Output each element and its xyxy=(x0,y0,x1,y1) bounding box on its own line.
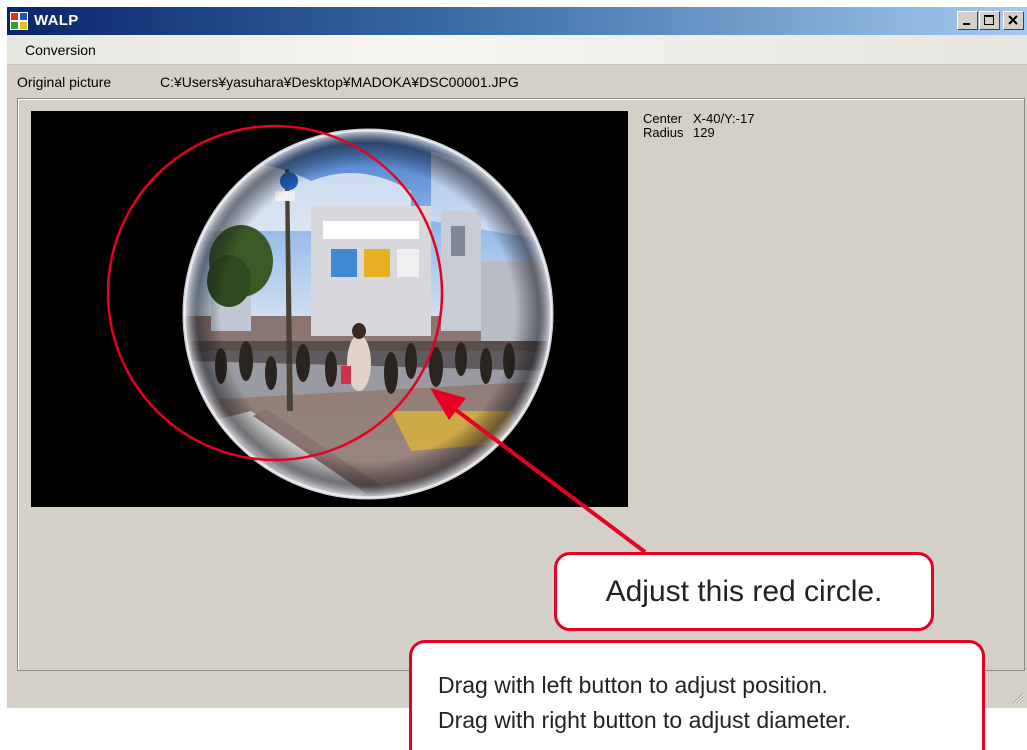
original-picture-label: Original picture xyxy=(17,74,112,90)
window-controls xyxy=(956,11,1024,30)
app-icon xyxy=(10,12,28,30)
title-bar[interactable]: WALP xyxy=(7,7,1027,35)
center-label: Center xyxy=(643,111,683,126)
maximize-button[interactable] xyxy=(979,11,1000,30)
radius-value: 129 xyxy=(693,125,715,140)
window-title: WALP xyxy=(34,12,79,29)
minimize-button[interactable] xyxy=(957,11,978,30)
fisheye-picture[interactable] xyxy=(31,111,628,507)
radius-row: Radius 129 xyxy=(643,126,754,140)
center-row: Center X-40/Y:-17 xyxy=(643,112,754,126)
center-value: X-40/Y:-17 xyxy=(693,111,755,126)
fisheye-photo-image xyxy=(31,111,628,507)
callout-adjust-circle: Adjust this red circle. xyxy=(554,552,934,631)
menu-conversion[interactable]: Conversion xyxy=(25,42,96,58)
callout-drag-right-text: Drag with right button to adjust diamete… xyxy=(438,707,851,733)
close-button[interactable] xyxy=(1003,11,1024,30)
menu-bar: Conversion xyxy=(7,35,1027,65)
maximize-icon xyxy=(984,15,994,25)
radius-label: Radius xyxy=(643,125,684,140)
original-picture-path: C:¥Users¥yasuhara¥Desktop¥MADOKA¥DSC0000… xyxy=(160,74,519,90)
resize-grip-icon[interactable] xyxy=(1010,690,1024,704)
callout-drag-left-text: Drag with left button to adjust position… xyxy=(438,672,828,698)
close-icon xyxy=(1008,15,1018,25)
callout-drag-instructions: Drag with left button to adjust position… xyxy=(409,640,985,750)
circle-info: Center X-40/Y:-17 Radius 129 xyxy=(643,112,754,140)
callout-adjust-text: Adjust this red circle. xyxy=(605,575,883,608)
minimize-icon xyxy=(963,23,970,25)
